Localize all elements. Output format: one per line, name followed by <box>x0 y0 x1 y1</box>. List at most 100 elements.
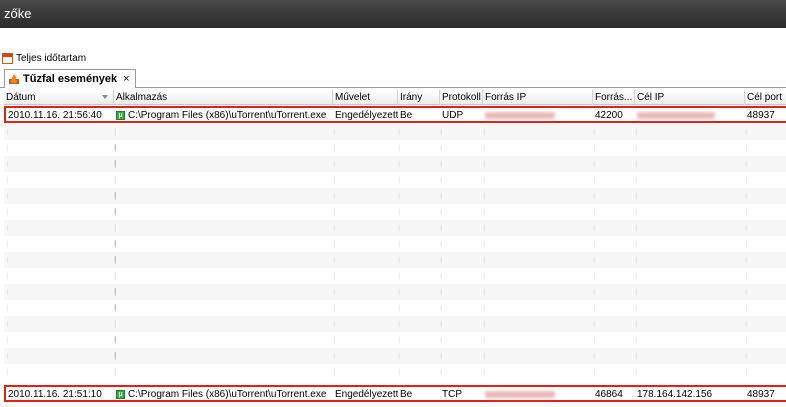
col-source-ip[interactable]: Forrás IP <box>483 90 593 105</box>
table-row-obscured[interactable] <box>4 220 786 237</box>
cell-source-ip-redacted <box>483 108 593 124</box>
table-row-obscured[interactable] <box>4 204 786 220</box>
cell-obscured <box>635 272 637 280</box>
cell-obscured <box>440 144 442 152</box>
cell-source-ip-redacted <box>483 387 593 403</box>
cell-obscured <box>114 192 116 200</box>
col-action[interactable]: Művelet <box>333 90 398 105</box>
cell-obscured <box>398 192 400 200</box>
cell-obscured <box>333 336 335 344</box>
cell-destination-port: 48937 <box>747 110 775 121</box>
col-destination-port[interactable]: Cél port <box>745 90 786 105</box>
cell-obscured <box>333 128 335 136</box>
cell-obscured <box>593 128 595 136</box>
cell-obscured <box>483 336 485 344</box>
cell-obscured <box>593 144 595 152</box>
cell-obscured <box>483 272 485 280</box>
cell-obscured <box>745 256 747 264</box>
window-title: zőke <box>4 6 32 21</box>
cell-obscured <box>6 288 8 296</box>
cell-obscured <box>114 240 116 248</box>
cell-obscured <box>398 160 400 168</box>
cell-obscured <box>745 352 747 360</box>
cell-destination-ip: 178.164.142.156 <box>637 389 713 400</box>
cell-obscured <box>745 160 747 168</box>
cell-obscured <box>6 128 8 136</box>
cell-obscured <box>333 288 335 296</box>
cell-obscured <box>6 320 8 328</box>
table-row-obscured[interactable] <box>4 284 786 301</box>
cell-obscured <box>483 352 485 360</box>
cell-obscured <box>635 208 637 216</box>
cell-obscured <box>745 320 747 328</box>
cell-obscured <box>745 304 747 312</box>
table-row-obscured[interactable] <box>4 236 786 252</box>
cell-obscured <box>114 208 116 216</box>
cell-obscured <box>6 336 8 344</box>
utorrent-icon: µ <box>116 389 125 399</box>
cell-protocol: UDP <box>442 110 464 121</box>
cell-obscured <box>6 256 8 264</box>
obscured-rows <box>4 124 786 380</box>
cell-obscured <box>6 240 8 248</box>
cell-obscured <box>114 336 116 344</box>
col-date[interactable]: Dátum <box>4 90 114 105</box>
cell-obscured <box>745 144 747 152</box>
col-protocol[interactable]: Protokoll <box>440 90 483 105</box>
cell-obscured <box>440 272 442 280</box>
table-row[interactable]: 2010.11.16. 21:56:40 µ C:\Program Files (… <box>6 108 786 124</box>
cell-obscured <box>398 144 400 152</box>
col-application[interactable]: Alkalmazás <box>114 90 333 105</box>
cell-obscured <box>440 192 442 200</box>
cell-obscured <box>398 368 400 376</box>
cell-obscured <box>398 208 400 216</box>
table-row[interactable]: 2010.11.16. 21:51:10 µ C:\Program Files (… <box>6 387 786 403</box>
table-row-obscured[interactable] <box>4 316 786 333</box>
cell-obscured <box>440 320 442 328</box>
cell-obscured <box>440 208 442 216</box>
cell-obscured <box>333 256 335 264</box>
cell-obscured <box>635 128 637 136</box>
cell-obscured <box>440 304 442 312</box>
utorrent-icon: µ <box>116 110 125 120</box>
table-row-obscured[interactable] <box>4 172 786 188</box>
cell-obscured <box>398 176 400 184</box>
table-row-obscured[interactable] <box>4 268 786 284</box>
table-row-obscured[interactable] <box>4 348 786 365</box>
cell-obscured <box>114 176 116 184</box>
table-row-obscured[interactable] <box>4 124 786 141</box>
calendar-icon <box>2 52 13 64</box>
table-row-obscured[interactable] <box>4 140 786 156</box>
cell-obscured <box>398 272 400 280</box>
cell-obscured <box>483 288 485 296</box>
highlight-box-bottom: 2010.11.16. 21:51:10 µ C:\Program Files (… <box>4 385 786 402</box>
cell-obscured <box>6 352 8 360</box>
cell-obscured <box>440 224 442 232</box>
cell-obscured <box>333 208 335 216</box>
col-source-port[interactable]: Forrás... <box>593 90 635 105</box>
col-direction[interactable]: Irány <box>398 90 440 105</box>
cell-obscured <box>333 144 335 152</box>
cell-obscured <box>483 160 485 168</box>
cell-obscured <box>593 272 595 280</box>
tab-firewall-events[interactable]: Tűzfal események × <box>4 69 136 88</box>
cell-obscured <box>483 320 485 328</box>
window-title-bar: zőke <box>0 0 786 28</box>
cell-obscured <box>593 336 595 344</box>
table-row-obscured[interactable] <box>4 252 786 269</box>
time-period-selector[interactable]: Teljes időtartam <box>16 53 86 64</box>
table-row-obscured[interactable] <box>4 300 786 316</box>
cell-obscured <box>114 288 116 296</box>
close-tab-icon[interactable]: × <box>123 73 129 85</box>
table-row-obscured[interactable] <box>4 156 786 173</box>
table-row-obscured[interactable] <box>4 332 786 348</box>
table-row-obscured[interactable] <box>4 188 786 205</box>
cell-obscured <box>745 224 747 232</box>
cell-destination-port: 48937 <box>747 389 775 400</box>
cell-obscured <box>440 240 442 248</box>
col-destination-ip[interactable]: Cél IP <box>635 90 745 105</box>
sort-down-icon <box>102 95 108 99</box>
table-row-obscured[interactable] <box>4 364 786 380</box>
cell-obscured <box>6 192 8 200</box>
highlight-box-top: 2010.11.16. 21:56:40 µ C:\Program Files (… <box>4 106 786 123</box>
